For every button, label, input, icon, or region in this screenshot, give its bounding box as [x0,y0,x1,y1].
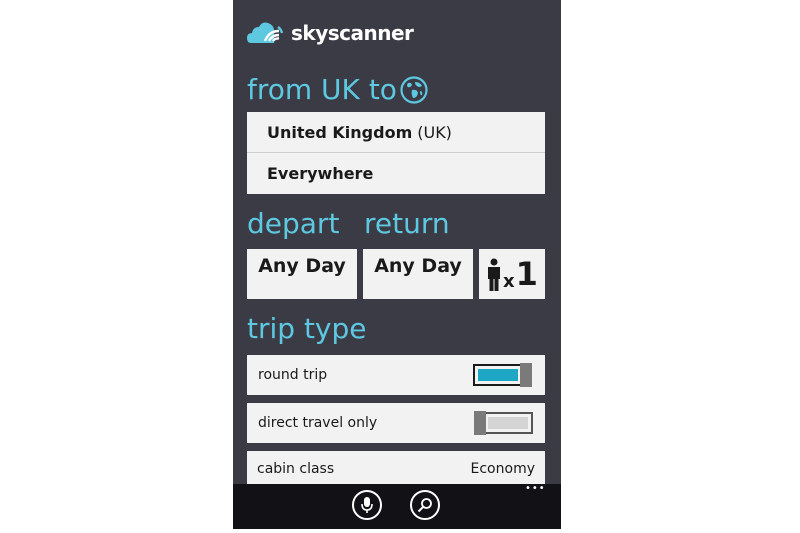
passengers-count: 1 [515,255,538,293]
return-label: return [364,207,450,240]
cloud-logo-icon [247,22,284,43]
round-trip-toggle[interactable] [473,363,533,387]
return-date-button[interactable]: Any Day [363,249,473,299]
search-icon [417,498,432,513]
round-trip-label: round trip [258,367,328,383]
route-title: from UK to [247,73,397,106]
origin-field[interactable]: United Kingdom (UK) [247,112,545,153]
direct-only-row: direct travel only [247,403,545,443]
cabin-class-label: cabin class [257,461,335,477]
cabin-class-row[interactable]: cabin class Economy [247,451,545,485]
logo-text: skyscanner [291,21,414,45]
destination-name: Everywhere [267,164,374,183]
round-trip-row: round trip [247,355,545,395]
passengers-button[interactable]: x 1 [479,249,545,299]
globe-icon[interactable] [400,76,428,104]
direct-only-toggle[interactable] [473,411,533,435]
depart-date-button[interactable]: Any Day [247,249,357,299]
cabin-class-value: Economy [470,461,535,477]
direct-only-label: direct travel only [258,415,378,431]
person-icon [488,258,501,291]
origin-name: United Kingdom [267,122,413,142]
destination-field[interactable]: Everywhere [247,153,545,194]
skyscanner-logo: skyscanner [247,18,414,48]
passengers-multiplier: x [503,270,515,292]
search-button[interactable] [410,490,440,520]
trip-type-title: trip type [247,312,367,345]
depart-label: depart [247,207,340,240]
origin-code: (UK) [417,122,452,142]
depart-date-value: Any Day [258,255,346,277]
more-options-button[interactable]: ••• [525,483,546,494]
microphone-icon [361,497,373,513]
microphone-button[interactable] [352,490,382,520]
phone-screen: skyscanner from UK to United Kingdom (UK… [233,0,561,529]
app-bar: ••• [233,483,561,529]
return-date-value: Any Day [374,255,462,277]
